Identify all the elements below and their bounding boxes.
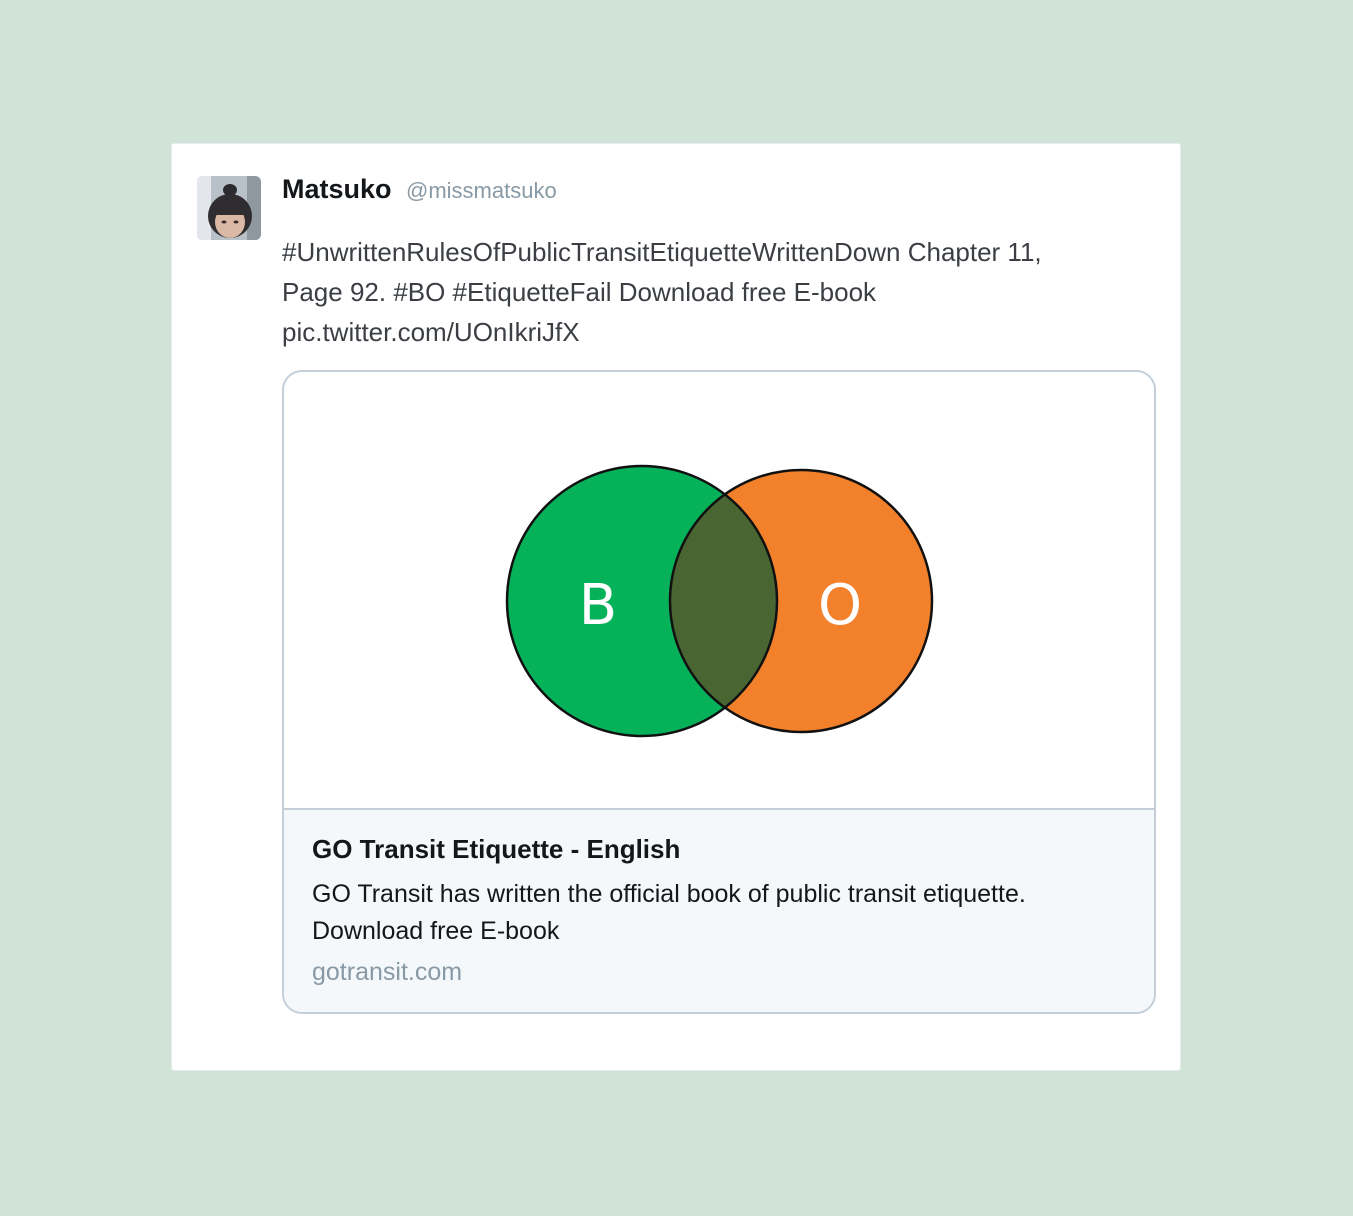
venn-left-letter: B — [579, 573, 617, 638]
tweet-text-line[interactable]: pic.twitter.com/UOnIkriJfX — [282, 312, 1142, 352]
card-description: GO Transit has written the official book… — [312, 876, 1142, 950]
card-title[interactable]: GO Transit Etiquette - English — [312, 834, 680, 865]
tweet-header: Matsuko @missmatsuko — [282, 174, 557, 205]
tweet-text: #UnwrittenRulesOfPublicTransitEtiquetteW… — [282, 232, 1142, 352]
tweet-text-line: Page 92. #BO #EtiquetteFail Download fre… — [282, 277, 877, 307]
card-body: GO Transit Etiquette - English GO Transi… — [284, 808, 1154, 1012]
card-domain[interactable]: gotransit.com — [312, 958, 462, 987]
avatar-image — [197, 176, 261, 240]
screen-name[interactable]: @missmatsuko — [406, 178, 557, 203]
display-name[interactable]: Matsuko — [282, 174, 392, 204]
embedded-tweet: Matsuko @missmatsuko #UnwrittenRulesOfPu… — [171, 143, 1181, 1071]
card-description-line: Download free E-book — [312, 917, 560, 945]
avatar[interactable] — [197, 176, 261, 240]
tweet-text-line: #UnwrittenRulesOfPublicTransitEtiquetteW… — [282, 237, 1042, 267]
venn-right-letter: O — [818, 573, 862, 638]
venn-diagram: B O — [505, 464, 934, 738]
card-image[interactable]: B O — [284, 372, 1154, 808]
card-description-line: GO Transit has written the official book… — [312, 880, 1026, 908]
link-card[interactable]: B O GO Transit Etiquette - English GO Tr… — [282, 370, 1156, 1014]
